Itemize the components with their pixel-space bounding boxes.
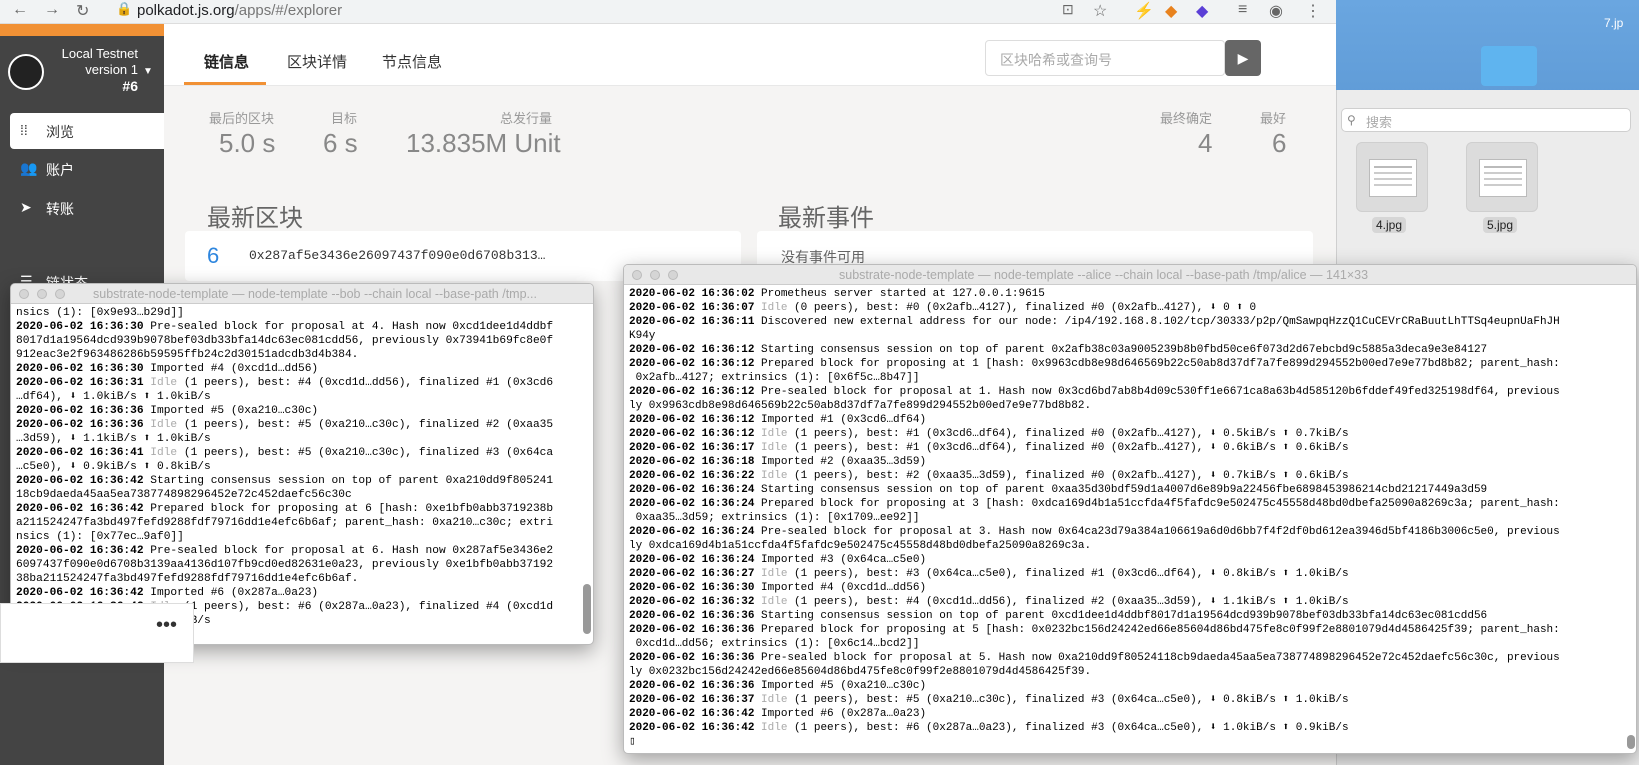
- terminal-window-bob[interactable]: substrate-node-template — node-template …: [10, 283, 594, 645]
- terminal-window-alice[interactable]: substrate-node-template — node-template …: [623, 264, 1637, 754]
- terminal-titlebar[interactable]: substrate-node-template — node-template …: [11, 284, 593, 304]
- recent-blocks-title: 最新区块: [207, 205, 303, 232]
- stat-value: 5.0 s: [219, 128, 276, 158]
- block-hash: 0x287af5e3436e26097437f090e0d6708b313…: [249, 248, 546, 263]
- accounts-icon: 👥: [20, 160, 38, 176]
- terminal-titlebar[interactable]: substrate-node-template — node-template …: [624, 265, 1636, 285]
- reload-icon[interactable]: ↻: [76, 1, 89, 21]
- desktop-file-label: 7.jp: [1604, 16, 1624, 30]
- block-search-input[interactable]: 区块哈希或查询号: [985, 40, 1225, 76]
- zoom-icon[interactable]: [55, 289, 65, 299]
- sidebar-item-label: 转账: [46, 201, 74, 217]
- file-name[interactable]: 4.jpg: [1372, 217, 1407, 233]
- finder-search-input[interactable]: 搜索: [1341, 108, 1631, 132]
- block-number[interactable]: 6: [207, 243, 219, 269]
- forward-icon[interactable]: →: [44, 1, 60, 19]
- folder-icon[interactable]: [1481, 46, 1537, 86]
- chevron-down-icon[interactable]: ▼: [143, 66, 153, 77]
- sidebar-item-transfer[interactable]: ➤ 转账: [0, 190, 164, 226]
- terminal-title: substrate-node-template — node-template …: [93, 287, 537, 301]
- close-icon[interactable]: [19, 289, 29, 299]
- tab-chain-info[interactable]: 链信息: [204, 51, 249, 72]
- translate-icon[interactable]: ⊡: [1062, 1, 1074, 18]
- extension-diamond-icon[interactable]: ◆: [1196, 1, 1208, 21]
- extension-bolt-icon[interactable]: ⚡: [1134, 1, 1154, 21]
- close-icon[interactable]: [632, 270, 642, 280]
- tab-block-details[interactable]: 区块详情: [287, 51, 347, 72]
- accent-bar: [0, 24, 164, 36]
- tab-node-info[interactable]: 节点信息: [382, 51, 442, 72]
- bookmark-star-icon[interactable]: ☆: [1093, 1, 1107, 21]
- profile-icon[interactable]: ◉: [1269, 1, 1283, 21]
- network-version: version 1: [85, 62, 138, 77]
- sidebar-item-label: 浏览: [46, 124, 74, 140]
- sidebar-item-browse[interactable]: ⁞⁞ 浏览: [10, 113, 164, 149]
- file-thumbnail[interactable]: [1356, 142, 1428, 212]
- url-path: /apps/#/explorer: [234, 2, 343, 19]
- stat-label: 总发行量: [500, 111, 553, 126]
- stat-value: 4: [1198, 128, 1213, 158]
- terminal-output[interactable]: 2020-06-02 16:36:02 Prometheus server st…: [629, 287, 1560, 749]
- search-icon: ⚲: [1347, 113, 1356, 127]
- stat-value: 13.835M Unit: [406, 128, 561, 158]
- network-selector[interactable]: Local Testnet version 1 #6: [52, 46, 138, 94]
- polkadot-logo-icon[interactable]: [8, 54, 44, 90]
- network-name: Local Testnet: [61, 46, 138, 61]
- stat-label: 最终确定: [1160, 111, 1213, 126]
- stat-label: 最好: [1260, 111, 1287, 126]
- active-tab-indicator: [184, 82, 266, 85]
- network-block: #6: [122, 78, 138, 94]
- search-submit-button[interactable]: ▶: [1225, 40, 1261, 76]
- terminal-output[interactable]: nsics (1): [0x9e93…b29d]] 2020-06-02 16:…: [16, 306, 553, 628]
- url-domain: polkadot.js.org: [137, 2, 235, 19]
- file-name[interactable]: 5.jpg: [1483, 217, 1518, 233]
- metamask-icon[interactable]: ◆: [1165, 1, 1177, 21]
- sidebar-item-label: 账户: [46, 162, 74, 178]
- lock-icon: 🔒: [116, 1, 133, 16]
- terminal-title: substrate-node-template — node-template …: [839, 268, 1369, 282]
- file-thumbnail[interactable]: [1466, 142, 1538, 212]
- minimize-icon[interactable]: [37, 289, 47, 299]
- transfer-icon: ➤: [20, 199, 32, 215]
- more-menu-button[interactable]: •••: [0, 603, 194, 663]
- stat-value: 6: [1272, 128, 1287, 158]
- stat-label: 目标: [331, 111, 358, 126]
- media-icon[interactable]: ≡: [1238, 1, 1247, 19]
- zoom-icon[interactable]: [668, 270, 678, 280]
- terminal-scrollbar[interactable]: [1627, 735, 1635, 749]
- terminal-scrollbar[interactable]: [583, 584, 591, 634]
- chrome-menu-icon[interactable]: ⋮: [1305, 1, 1321, 21]
- browse-icon: ⁞⁞: [20, 122, 28, 138]
- sidebar-item-accounts[interactable]: 👥 账户: [0, 151, 164, 187]
- recent-events-title: 最新事件: [778, 205, 874, 232]
- stat-value: 6 s: [323, 128, 358, 158]
- stat-label: 最后的区块: [209, 111, 275, 126]
- address-bar[interactable]: polkadot.js.org/apps/#/explorer: [137, 2, 342, 19]
- minimize-icon[interactable]: [650, 270, 660, 280]
- back-icon[interactable]: ←: [12, 1, 28, 19]
